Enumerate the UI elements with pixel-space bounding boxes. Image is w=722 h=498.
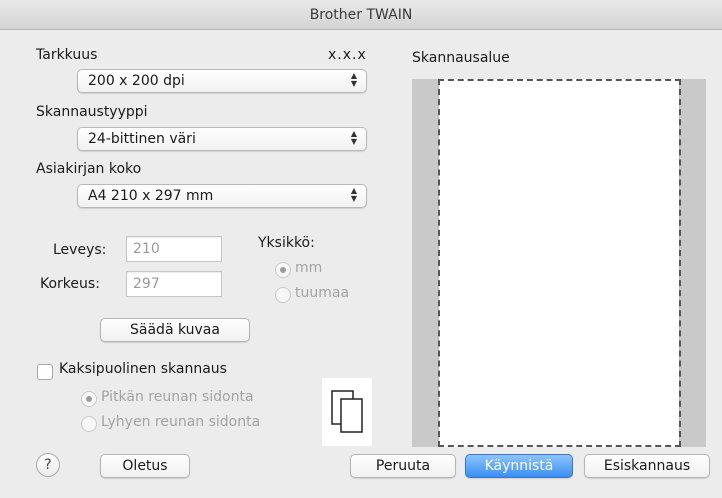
up-down-chevron-icon: ▲ ▼ — [350, 129, 358, 146]
resolution-label: Tarkkuus — [36, 47, 98, 63]
height-field[interactable]: 297 — [126, 271, 222, 297]
scan-area-preview[interactable] — [412, 79, 706, 447]
duplex-label: Kaksipuolinen skannaus — [59, 361, 227, 377]
document-size-select[interactable]: A4 210 x 297 mm ▲ ▼ — [77, 184, 367, 208]
document-size-select-value: A4 210 x 297 mm — [88, 188, 214, 204]
scan-type-select-value: 24-bittinen väri — [88, 131, 196, 147]
version-label: x.x.x — [328, 47, 367, 63]
start-button[interactable]: Käynnistä — [465, 454, 573, 478]
long-edge-binding-radio[interactable] — [81, 391, 97, 407]
prescan-button[interactable]: Esiskannaus — [584, 454, 710, 478]
help-icon[interactable]: ? — [36, 453, 60, 477]
up-down-chevron-icon: ▲ ▼ — [350, 186, 358, 203]
cancel-button[interactable]: Peruuta — [350, 454, 456, 478]
short-edge-binding-label: Lyhyen reunan sidonta — [101, 414, 261, 430]
scan-type-select[interactable]: 24-bittinen väri ▲ ▼ — [77, 127, 367, 151]
scan-area-label: Skannausalue — [412, 50, 510, 66]
width-field[interactable]: 210 — [126, 236, 222, 262]
unit-mm-label: mm — [295, 260, 323, 276]
dialog-body: Tarkkuus x.x.x 200 x 200 dpi ▲ ▼ Skannaus… — [0, 31, 722, 498]
long-edge-binding-label: Pitkän reunan sidonta — [101, 389, 254, 405]
window-title: Brother TWAIN — [0, 0, 722, 30]
resolution-select-value: 200 x 200 dpi — [88, 73, 185, 89]
width-label: Leveys: — [53, 242, 107, 258]
scan-type-label: Skannaustyyppi — [36, 104, 148, 120]
unit-label: Yksikkö: — [258, 235, 315, 251]
document-size-label: Asiakirjan koko — [36, 161, 142, 177]
resolution-select[interactable]: 200 x 200 dpi ▲ ▼ — [77, 69, 367, 93]
height-label: Korkeus: — [40, 276, 100, 292]
short-edge-binding-radio[interactable] — [81, 416, 97, 432]
unit-mm-radio[interactable] — [275, 262, 291, 278]
adjust-image-button[interactable]: Säädä kuvaa — [100, 318, 250, 342]
up-down-chevron-icon: ▲ ▼ — [350, 71, 358, 88]
scan-area-selection[interactable] — [438, 79, 681, 447]
unit-inch-radio[interactable] — [275, 287, 291, 303]
unit-inch-label: tuumaa — [295, 285, 350, 301]
default-button[interactable]: Oletus — [100, 454, 190, 478]
two-pages-icon — [322, 378, 372, 446]
duplex-checkbox[interactable] — [37, 364, 53, 380]
